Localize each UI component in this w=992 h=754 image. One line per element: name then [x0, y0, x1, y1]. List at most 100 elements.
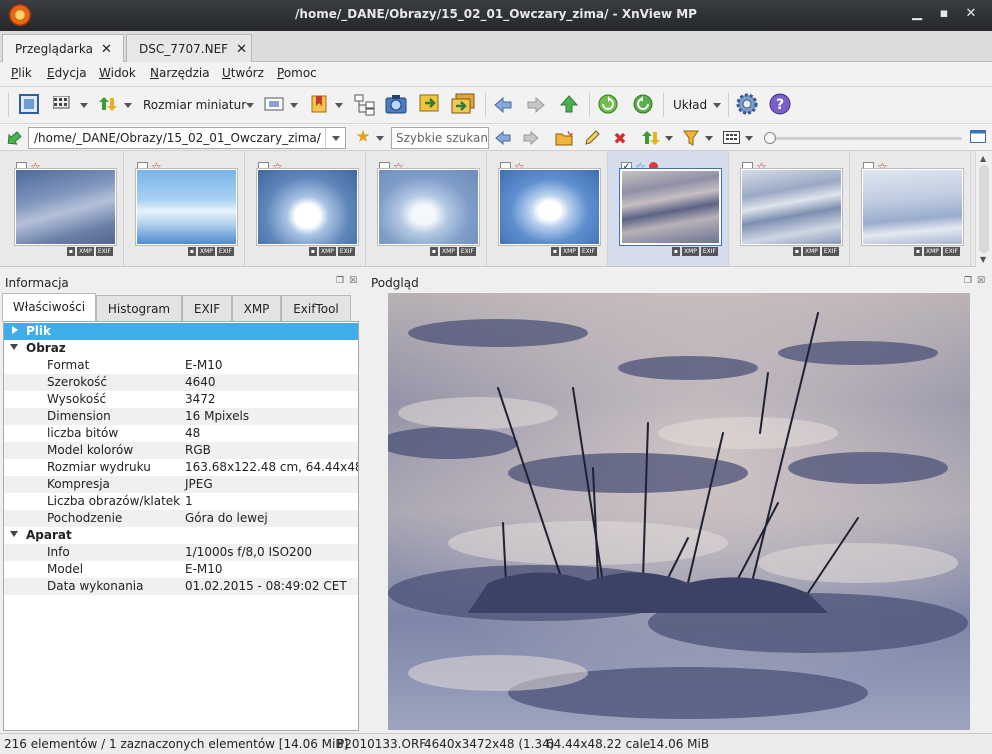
- thumbnail-image: [378, 169, 479, 245]
- minimize-icon[interactable]: ▁: [909, 6, 925, 22]
- search-input[interactable]: Szybkie szukani: [391, 127, 489, 149]
- help-icon[interactable]: ?: [769, 93, 791, 115]
- close-icon[interactable]: ✕: [963, 6, 979, 22]
- back-icon[interactable]: [495, 130, 511, 146]
- convert-icon[interactable]: [418, 92, 442, 116]
- up-icon[interactable]: [4, 129, 22, 147]
- chevron-down-icon[interactable]: [376, 136, 384, 141]
- path-input[interactable]: /home/_DANE/Obrazy/15_02_01_Owczary_zima…: [28, 127, 346, 149]
- close-tab-icon[interactable]: ✕: [236, 42, 247, 57]
- property-row: Data wykonania 01.02.2015 - 08:49:02 CET: [4, 578, 358, 595]
- menu-create[interactable]: Utwórz: [222, 66, 264, 80]
- chevron-down-icon[interactable]: [335, 103, 343, 108]
- float-panel-icon[interactable]: ❐: [336, 276, 344, 286]
- grid-view-icon[interactable]: [52, 94, 72, 114]
- thumbnail-item[interactable]: ☆ ▪ XMP EXIF: [729, 151, 850, 266]
- thumbnail-item[interactable]: ☆ ▪ XMP EXIF: [366, 151, 487, 266]
- sort-icon[interactable]: [97, 93, 119, 115]
- funnel-icon[interactable]: [683, 129, 699, 147]
- scroll-thumb[interactable]: [979, 165, 989, 253]
- slider-handle[interactable]: [764, 132, 776, 144]
- metadata-badges: ▪ XMP EXIF: [187, 247, 234, 256]
- layout-button[interactable]: Układ: [673, 97, 707, 113]
- batch-icon[interactable]: [450, 92, 476, 116]
- tab-exiftool[interactable]: ExifTool: [281, 295, 351, 321]
- chevron-down-icon[interactable]: [80, 103, 88, 108]
- collapse-icon[interactable]: [10, 531, 18, 537]
- thumbnail-item[interactable]: ☆ ▪ XMP EXIF: [850, 151, 971, 266]
- thumbnail-item-selected[interactable]: ✓ ☆ ▪ XMP EXIF: [608, 151, 729, 266]
- properties-table: Plik Obraz Format E-M10 Szerokość 4640 Wys…: [3, 321, 359, 731]
- status-count: 216 elementów / 1 zaznaczonych elementów…: [4, 737, 349, 751]
- forward-icon[interactable]: [527, 96, 545, 114]
- window-icon[interactable]: [970, 130, 986, 144]
- thumb-size-button[interactable]: Rozmiar miniatur: [143, 97, 246, 113]
- status-filesize: 14.06 MiB: [649, 737, 710, 751]
- collapse-icon[interactable]: [10, 344, 18, 350]
- edit-icon[interactable]: [583, 129, 601, 147]
- tree-icon[interactable]: [354, 94, 376, 116]
- fullscreen-icon[interactable]: [18, 93, 40, 115]
- chevron-down-icon[interactable]: [124, 103, 132, 108]
- expand-icon[interactable]: [12, 326, 18, 334]
- back-icon[interactable]: [494, 96, 512, 114]
- preview-panel-header: Podgląd ❐ ☒: [367, 273, 992, 293]
- close-tab-icon[interactable]: ✕: [101, 42, 112, 57]
- menu-bar: Plik Edycja Widok Narzędzia Utwórz Pomoc: [0, 62, 992, 86]
- group-file[interactable]: Plik: [4, 323, 358, 340]
- bookmark-icon[interactable]: [309, 94, 329, 114]
- menu-edit[interactable]: Edycja: [47, 66, 87, 80]
- metadata-badges: ▪ XMP EXIF: [671, 247, 718, 256]
- chevron-down-icon[interactable]: [745, 136, 753, 141]
- document-tabs: Przeglądarka ✕ DSC_7707.NEF ✕: [0, 31, 992, 62]
- forward-icon[interactable]: [523, 130, 539, 146]
- star-icon[interactable]: ★: [354, 127, 372, 147]
- scroll-down-icon[interactable]: ▼: [980, 255, 986, 264]
- chevron-down-icon[interactable]: [246, 103, 254, 108]
- filter-icon[interactable]: [264, 95, 284, 113]
- new-folder-icon[interactable]: [555, 129, 573, 147]
- close-panel-icon[interactable]: ☒: [349, 276, 357, 286]
- delete-icon[interactable]: ✖: [611, 129, 629, 148]
- tab-image[interactable]: DSC_7707.NEF ✕: [126, 34, 252, 62]
- group-camera[interactable]: Aparat: [4, 527, 358, 544]
- tab-xmp[interactable]: XMP: [232, 295, 281, 321]
- property-row: Model kolorów RGB: [4, 442, 358, 459]
- slideshow-icon[interactable]: [384, 92, 408, 116]
- rotate-icon[interactable]: [632, 93, 654, 115]
- thumbnail-item[interactable]: ☆ ▪ XMP EXIF: [487, 151, 608, 266]
- refresh-icon[interactable]: [597, 93, 619, 115]
- tab-properties[interactable]: Właściwości: [2, 293, 96, 321]
- thumbnail-item[interactable]: ☆ ▪ XMP EXIF: [245, 151, 366, 266]
- tab-exif[interactable]: EXIF: [182, 295, 232, 321]
- sort-icon[interactable]: [641, 128, 661, 148]
- up-icon[interactable]: [559, 94, 579, 114]
- close-panel-icon[interactable]: ☒: [977, 276, 985, 286]
- tab-browser[interactable]: Przeglądarka ✕: [2, 34, 124, 62]
- chevron-down-icon[interactable]: [665, 136, 673, 141]
- status-filename: P2010133.ORF: [337, 737, 427, 751]
- thumb-size-slider[interactable]: [764, 132, 962, 144]
- menu-file[interactable]: Plik: [11, 66, 32, 80]
- chevron-down-icon[interactable]: [705, 136, 713, 141]
- tab-histogram[interactable]: Histogram: [96, 295, 182, 321]
- menu-help[interactable]: Pomoc: [277, 66, 317, 80]
- menu-view[interactable]: Widok: [99, 66, 136, 80]
- property-row: Liczba obrazów/klatek 1: [47, 494, 193, 508]
- settings-icon[interactable]: [736, 93, 758, 115]
- thumbnail-item[interactable]: ☆ ▪ XMP EXIF: [124, 151, 245, 266]
- thumbnail-scrollbar[interactable]: ▲ ▼: [975, 151, 992, 267]
- menu-tools[interactable]: Narzędzia: [150, 66, 210, 80]
- chevron-down-icon[interactable]: [713, 103, 721, 108]
- float-panel-icon[interactable]: ❐: [964, 276, 972, 286]
- tab-label: Przeglądarka: [15, 42, 93, 56]
- maximize-icon[interactable]: ▪: [936, 6, 952, 22]
- view-mode-icon[interactable]: [723, 130, 741, 146]
- status-print-size: 64.44x48.22 cale: [546, 737, 651, 751]
- thumbnail-item[interactable]: ☆ ▪ XMP EXIF: [3, 151, 124, 266]
- scroll-up-icon[interactable]: ▲: [980, 154, 986, 163]
- chevron-down-icon[interactable]: [325, 128, 345, 148]
- image-preview[interactable]: [388, 293, 970, 730]
- chevron-down-icon[interactable]: [290, 103, 298, 108]
- group-image[interactable]: Obraz: [4, 340, 358, 357]
